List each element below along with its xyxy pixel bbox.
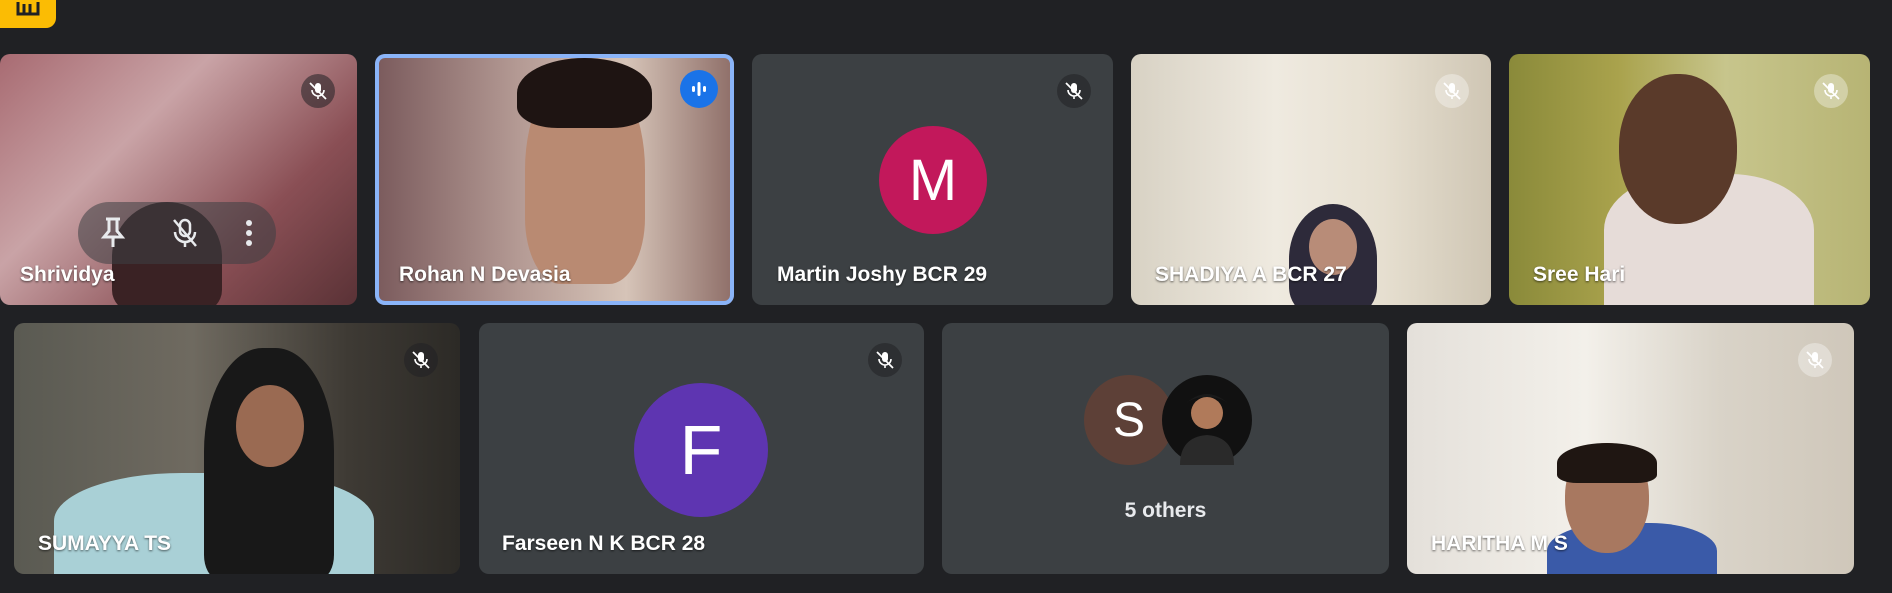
mic-muted-indicator [868, 343, 902, 377]
others-tile[interactable]: S 5 others [942, 323, 1389, 574]
participant-tile-martin[interactable]: M Martin Joshy BCR 29 [752, 54, 1113, 305]
tile-hover-controls [78, 202, 276, 264]
participant-tile-sree-hari[interactable]: Sree Hari [1509, 54, 1870, 305]
participant-hair [1557, 443, 1657, 483]
audio-level-icon [692, 82, 706, 96]
mic-off-icon [309, 82, 327, 100]
more-vert-icon[interactable] [244, 217, 254, 249]
person-photo-icon [1180, 394, 1234, 465]
mic-muted-indicator [404, 343, 438, 377]
participant-name: SUMAYYA TS [38, 532, 172, 555]
mic-muted-indicator [301, 74, 335, 108]
raise-hand-button[interactable] [0, 0, 56, 28]
participant-face [1619, 74, 1737, 224]
participant-tile-farseen[interactable]: F Farseen N K BCR 28 [479, 323, 924, 574]
mic-off-icon [1806, 351, 1824, 369]
participant-name: SHADIYA A BCR 27 [1155, 263, 1347, 286]
participant-tile-haritha[interactable]: HARITHA M S [1407, 323, 1854, 574]
mic-off-icon [1822, 82, 1840, 100]
participant-name: Sree Hari [1533, 263, 1626, 286]
mic-off-icon [412, 351, 430, 369]
mic-muted-indicator [1814, 74, 1848, 108]
participant-tile-shrividya[interactable]: Shrividya [0, 54, 357, 305]
mic-muted-indicator [1798, 343, 1832, 377]
pin-icon[interactable] [100, 217, 126, 249]
mic-muted-indicator [1435, 74, 1469, 108]
participant-tile-sumayya[interactable]: SUMAYYA TS [14, 323, 460, 574]
mic-off-icon[interactable] [171, 217, 199, 249]
others-count-label: 5 others [1124, 499, 1207, 522]
participant-avatar: M [879, 126, 987, 234]
participant-name: Farseen N K BCR 28 [502, 532, 706, 555]
avatar-letter: F [679, 411, 723, 489]
mic-off-icon [1443, 82, 1461, 100]
mic-off-icon [876, 351, 894, 369]
participant-face [236, 385, 304, 467]
participant-name: Martin Joshy BCR 29 [777, 263, 988, 286]
others-avatar-photo [1162, 375, 1252, 465]
participant-tile-rohan[interactable]: Rohan N Devasia [375, 54, 734, 305]
participant-avatar: F [634, 383, 768, 517]
participant-name: Rohan N Devasia [399, 263, 571, 286]
mic-off-icon [1065, 82, 1083, 100]
participant-name: HARITHA M S [1431, 532, 1568, 555]
avatar-letter: S [1112, 393, 1145, 447]
participant-tile-shadiya[interactable]: SHADIYA A BCR 27 [1131, 54, 1491, 305]
mic-muted-indicator [1057, 74, 1091, 108]
avatar-letter: M [908, 147, 958, 213]
participant-hair [517, 58, 652, 128]
participant-name: Shrividya [20, 263, 115, 286]
others-avatar: S [1084, 375, 1174, 465]
speaking-indicator [680, 70, 718, 108]
hand-icon [16, 2, 40, 16]
